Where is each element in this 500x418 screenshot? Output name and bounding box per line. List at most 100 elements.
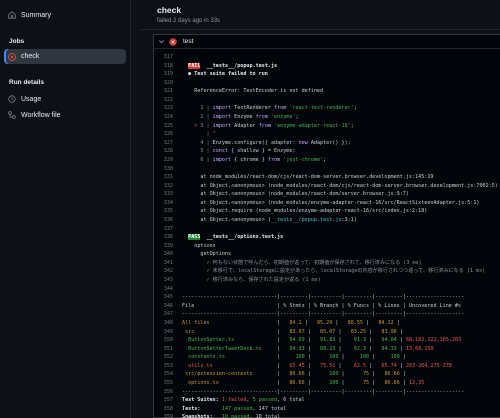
log-segment: ;	[295, 114, 299, 121]
log-line: 355 options.ts | 86.66 | 100 | 75 | 86.6…	[154, 379, 500, 388]
log-line: 344	[154, 285, 500, 294]
log-segment: 86.66	[283, 371, 308, 378]
log-segment: Test Suites:	[182, 397, 222, 404]
log-segment: 75.51	[313, 362, 339, 369]
log-line: 324 2 | import Enzyme from 'enzyme';	[154, 113, 500, 122]
line-number[interactable]: 328	[154, 147, 182, 156]
log-segment: 85.29	[310, 319, 336, 326]
log-segment: 10 passed	[221, 414, 250, 418]
log-segment: new	[298, 139, 308, 146]
sidebar: Summary Jobs check Run details Usage Wor…	[0, 0, 131, 418]
log-text: -------------------------------|--------…	[182, 388, 464, 397]
sidebar-item-label: Summary	[21, 11, 51, 19]
line-number[interactable]: 326	[154, 130, 182, 139]
log-segment: from	[267, 156, 281, 163]
line-number[interactable]: 334	[154, 199, 182, 208]
log-segment: 100	[283, 354, 308, 361]
line-number[interactable]: 341	[154, 259, 182, 268]
log-segment: All files	[182, 319, 278, 326]
log-segment: ;	[353, 105, 357, 112]
line-number[interactable]: 346	[154, 302, 182, 311]
log-segment: import	[212, 114, 232, 121]
line-number[interactable]: 332	[154, 182, 182, 191]
home-icon	[8, 11, 16, 19]
line-number[interactable]: 339	[154, 242, 182, 251]
line-number[interactable]: 318	[154, 62, 182, 71]
step-header-test[interactable]: test	[154, 35, 500, 49]
log-text: at Object.require (node_modules/enzyme-a…	[182, 207, 427, 216]
log-line: 353 utils.ts | 65.45 | 75.51 | 62.5 | 65…	[154, 362, 500, 371]
log-text: 5 | const { shallow } = Enzyme;	[182, 147, 295, 156]
line-number[interactable]: 319	[154, 70, 182, 79]
line-number[interactable]: 356	[154, 388, 182, 397]
line-number[interactable]: 352	[154, 353, 182, 362]
log-segment: 94.09	[283, 337, 308, 344]
line-number[interactable]: 347	[154, 310, 182, 319]
log-text: PASS __tests__/options.test.js	[182, 233, 283, 242]
line-number[interactable]: 359	[154, 413, 182, 418]
log-segment: ● Test suite failed to run	[182, 71, 268, 78]
log-text: options.ts | 86.66 | 100 | 75 | 86.66 | …	[182, 379, 424, 388]
line-number[interactable]: 337	[154, 225, 182, 234]
log-text: ReferenceError: TextEncoder is not defin…	[182, 87, 323, 96]
line-number[interactable]: 344	[154, 285, 182, 294]
sidebar-item-check[interactable]: check	[4, 49, 126, 64]
line-number[interactable]: 324	[154, 113, 182, 122]
log-line: 354 src/extension-contexts | 86.66 | 100…	[154, 370, 500, 379]
log-segment: 100	[313, 371, 342, 378]
line-number[interactable]: 348	[154, 319, 182, 328]
log-segment: 100	[313, 379, 342, 386]
line-number[interactable]: 345	[154, 293, 182, 302]
log-line: 337	[154, 225, 500, 234]
line-number[interactable]: 358	[154, 405, 182, 414]
line-number[interactable]: 353	[154, 362, 182, 371]
line-number[interactable]: 330	[154, 165, 182, 174]
failure-icon	[8, 52, 16, 61]
log-text: constants.ts | 100 | 100 | 100 | 100 |	[182, 353, 406, 362]
log-line: 325 > 3 | import Adapter from 'enzyme-ad…	[154, 122, 500, 131]
sidebar-item-workflow-file[interactable]: Workflow file	[0, 107, 130, 123]
line-number[interactable]: 317	[154, 53, 182, 62]
line-number[interactable]: 321	[154, 87, 182, 96]
log-segment: 4 |	[182, 139, 213, 146]
line-number[interactable]: 335	[154, 207, 182, 216]
log-line: 351 ButtonSetterTweetDeck.ts | 94.33 | 8…	[154, 345, 500, 354]
log-segment: 203-264,275-278	[405, 362, 452, 369]
line-number[interactable]: 342	[154, 267, 182, 276]
log-segment: ButtonSetterTweetDeck.ts	[182, 345, 278, 352]
line-number[interactable]: 336	[154, 216, 182, 225]
line-number[interactable]: 323	[154, 104, 182, 113]
line-number[interactable]: 338	[154, 233, 182, 242]
line-number[interactable]: 329	[154, 156, 182, 165]
log-segment: utils.ts	[182, 362, 278, 369]
line-number[interactable]: 340	[154, 250, 182, 259]
line-number[interactable]: 357	[154, 396, 182, 405]
line-number[interactable]: 343	[154, 276, 182, 285]
log-segment: 3 |	[200, 122, 213, 129]
log-segment: |	[402, 371, 406, 378]
log-segment: options	[182, 242, 216, 249]
line-number[interactable]: 351	[154, 345, 182, 354]
log-segment: -------------------------------|--------…	[182, 294, 465, 301]
log-segment: ;	[323, 156, 327, 163]
log-text: ButtonSetter.ts | 94.09 | 91.83 | 91.3 |…	[182, 336, 461, 345]
log-line: 350 ButtonSetter.ts | 94.09 | 91.83 | 91…	[154, 336, 500, 345]
line-number[interactable]: 322	[154, 96, 182, 105]
line-number[interactable]: 349	[154, 328, 182, 337]
log-segment: Enzyme	[231, 114, 256, 121]
line-number[interactable]: 320	[154, 79, 182, 88]
line-number[interactable]: 333	[154, 190, 182, 199]
sidebar-item-usage[interactable]: Usage	[0, 91, 130, 107]
line-number[interactable]: 355	[154, 379, 182, 388]
line-number[interactable]: 331	[154, 173, 182, 182]
log-segment: |	[182, 131, 213, 138]
log-line: 343 ✓ 移行済みなら、保存された設定が返る (1 ms)	[154, 276, 500, 285]
line-number[interactable]: 354	[154, 370, 182, 379]
line-number[interactable]: 327	[154, 139, 182, 148]
line-number[interactable]: 350	[154, 336, 182, 345]
line-number[interactable]: 325	[154, 122, 182, 131]
log-segment: from	[255, 114, 268, 121]
sidebar-item-summary[interactable]: Summary	[0, 7, 130, 23]
log-segment: -------------------------------|--------…	[182, 388, 465, 395]
log-text: FAIL __tests__/popup.test.js	[182, 62, 277, 71]
